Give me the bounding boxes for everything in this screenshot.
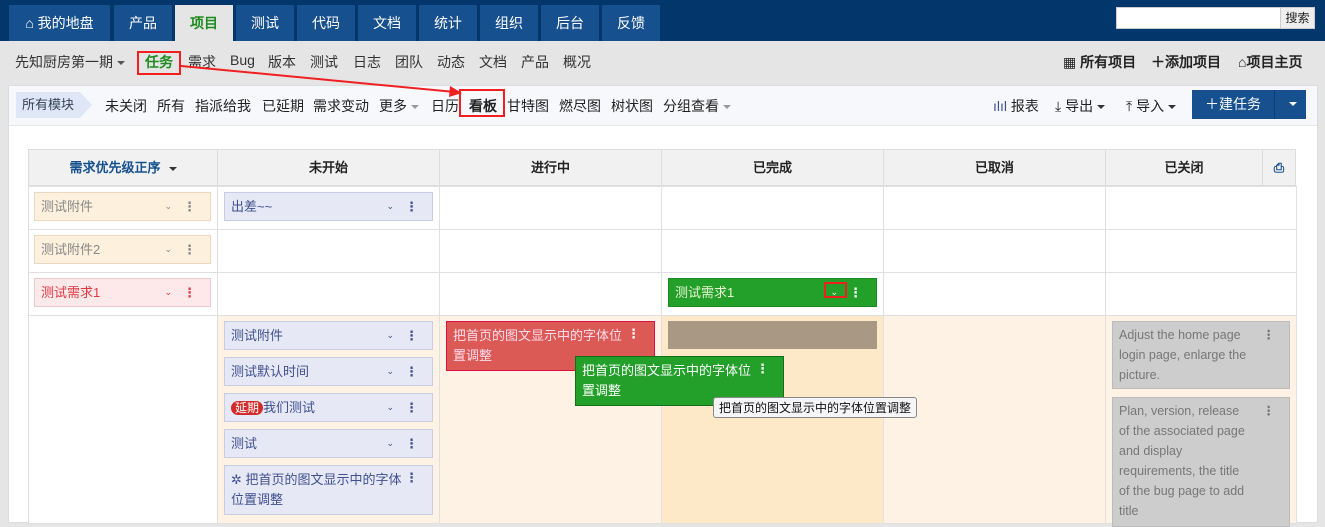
annotation-arrow — [180, 65, 462, 97]
